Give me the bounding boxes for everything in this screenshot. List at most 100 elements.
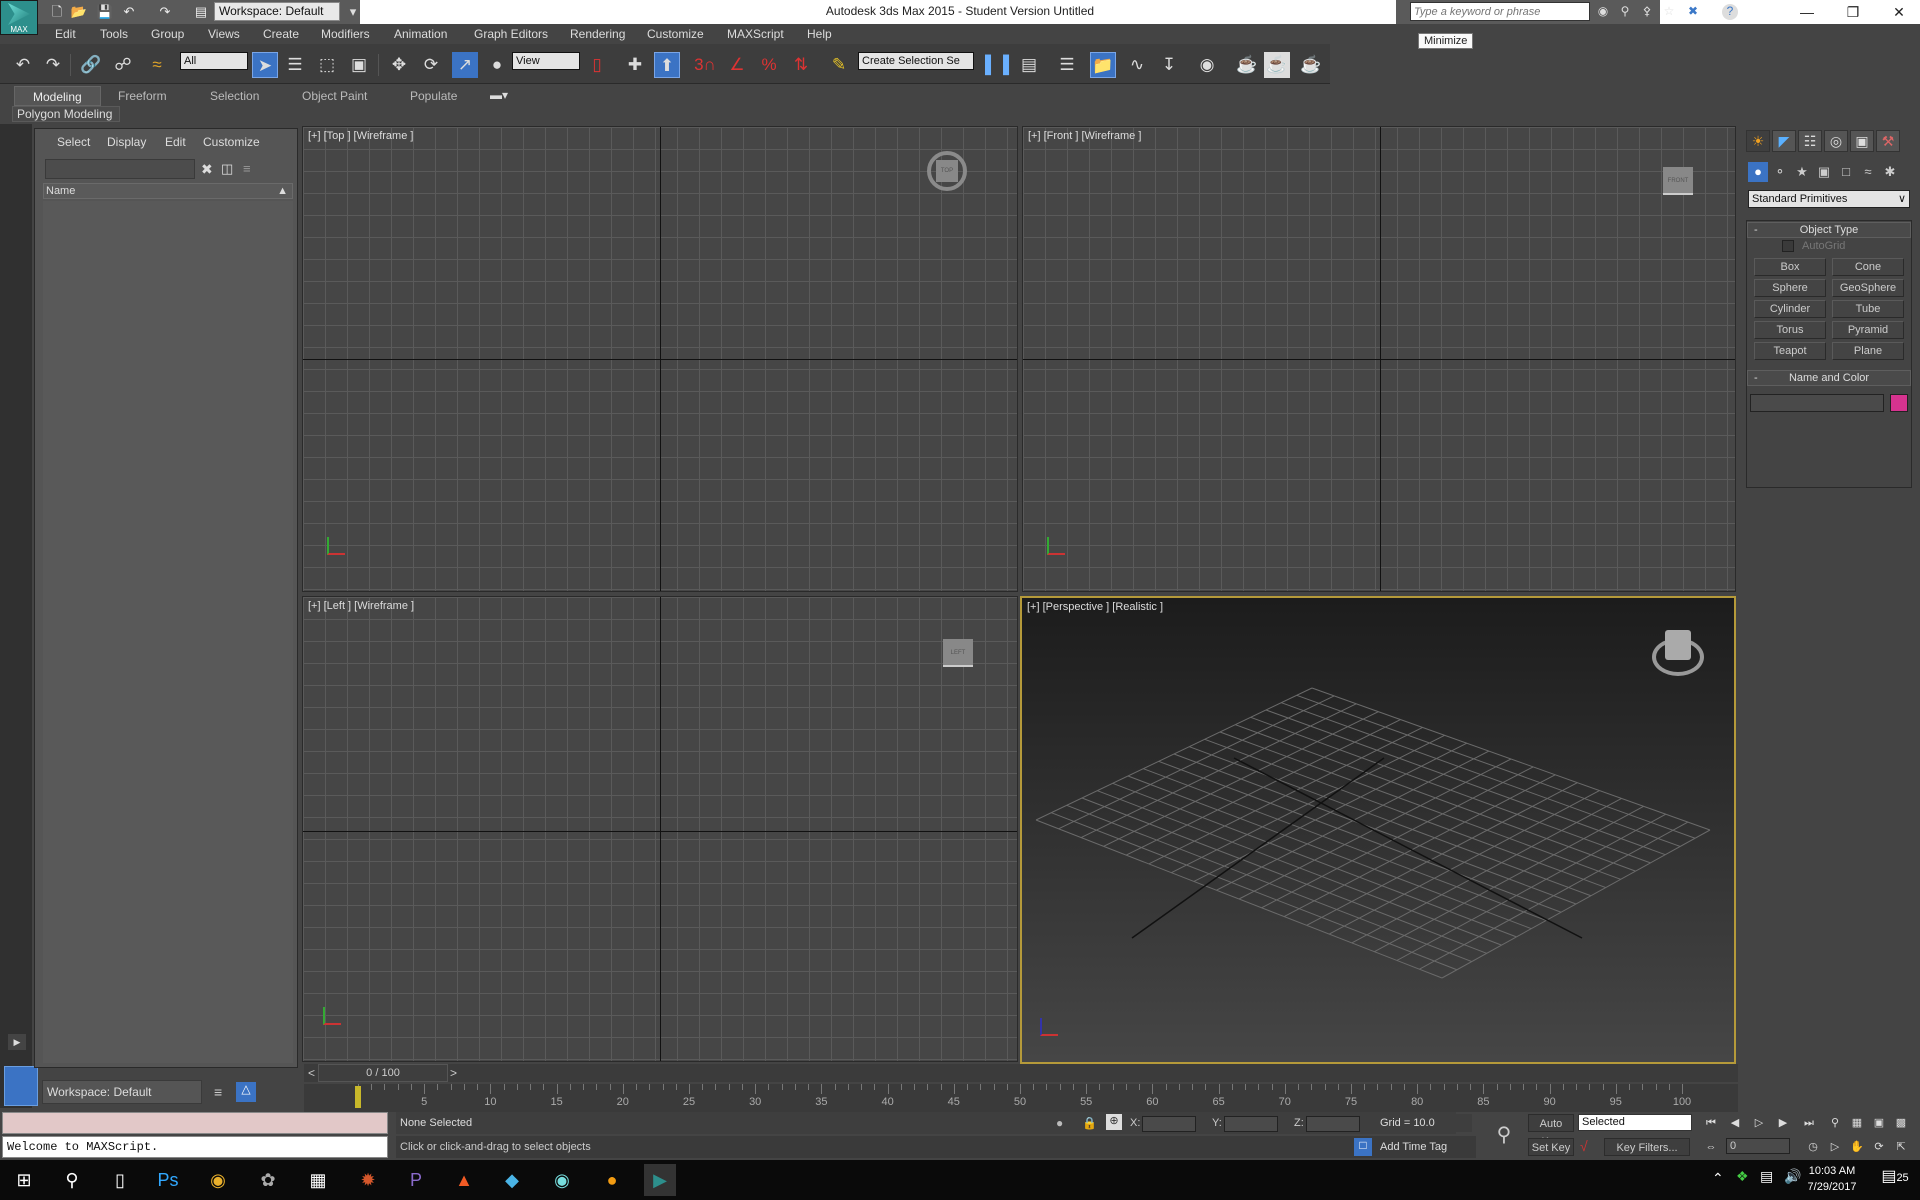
box-button[interactable]: Box	[1754, 258, 1826, 276]
3dsmax-taskbar-icon[interactable]: ▶	[644, 1164, 676, 1196]
viewport-front[interactable]: [+] [Front ] [Wireframe ] FRONT	[1022, 126, 1736, 592]
chrome-icon[interactable]: ◉	[202, 1164, 234, 1196]
orbit-icon[interactable]: ⟳	[1870, 1138, 1888, 1156]
favorites-star-icon[interactable]: ☆	[1660, 4, 1678, 20]
menu-group[interactable]: Group	[151, 24, 184, 44]
select-object-icon[interactable]: ➤	[252, 52, 278, 78]
menu-modifiers[interactable]: Modifiers	[321, 24, 370, 44]
explorer-menu-select[interactable]: Select	[57, 135, 90, 149]
help-icon[interactable]: ?	[1722, 4, 1738, 20]
pan-view-icon[interactable]: ✋	[1848, 1138, 1866, 1156]
show-hidden-icons[interactable]: ⌃	[1712, 1170, 1724, 1187]
menu-maxscript[interactable]: MAXScript	[727, 24, 784, 44]
ribbon-tab-modeling[interactable]: Modeling	[14, 86, 101, 106]
cone-button[interactable]: Cone	[1832, 258, 1904, 276]
zoom-all-icon[interactable]: ▦	[1848, 1114, 1866, 1132]
timeline-ruler[interactable]: 5 10 15 20 25 30 35 40 45 50 55 60 65 70 75 80 85 90 95 100	[304, 1084, 1738, 1112]
menu-create[interactable]: Create	[263, 24, 299, 44]
restore-button[interactable]: ❐	[1830, 0, 1876, 24]
key-mode-toggle-icon[interactable]: ⇔	[1702, 1138, 1720, 1156]
reference-coordinate-dropdown[interactable]: View	[512, 52, 580, 70]
display-tab-icon[interactable]: ▣	[1850, 130, 1874, 152]
object-name-input[interactable]	[1750, 394, 1884, 412]
percent-snap-icon[interactable]: %	[756, 52, 782, 78]
select-and-move-icon[interactable]: ✥	[386, 52, 412, 78]
key-icon[interactable]: ⚲	[1616, 4, 1634, 20]
pivx-icon[interactable]: P	[400, 1164, 432, 1196]
app-icon[interactable]: ◉	[546, 1164, 578, 1196]
edit-named-selection-icon[interactable]: ✎	[826, 52, 852, 78]
search-icon[interactable]: ⚲	[56, 1164, 88, 1196]
next-frame-icon[interactable]: >	[450, 1066, 457, 1080]
tube-button[interactable]: Tube	[1832, 300, 1904, 318]
notifications-icon[interactable]: ▤25	[1880, 1166, 1910, 1186]
brave-icon[interactable]: ▲	[448, 1164, 480, 1196]
go-to-start-icon[interactable]: ⏮	[1702, 1114, 1720, 1132]
current-frame-input[interactable]	[1726, 1138, 1790, 1154]
viewcube-front-icon[interactable]: FRONT	[1663, 167, 1693, 195]
go-to-end-icon[interactable]: ⏭	[1800, 1114, 1818, 1132]
ribbon-options-icon[interactable]: ▬▾	[490, 88, 508, 102]
play-icon[interactable]: ▷	[1750, 1114, 1768, 1132]
default-tangents-icon[interactable]: √	[1580, 1138, 1588, 1154]
sphere-button[interactable]: Sphere	[1754, 279, 1826, 297]
maxscript-output[interactable]: Welcome to MAXScript.	[2, 1136, 388, 1158]
category-dropdown[interactable]: Standard Primitives ∨	[1748, 190, 1910, 208]
time-slider-track[interactable]: < 0 / 100 >	[304, 1064, 1738, 1082]
cylinder-button[interactable]: Cylinder	[1754, 300, 1826, 318]
ribbon-tab-selection[interactable]: Selection	[192, 86, 277, 106]
explorer-menu-edit[interactable]: Edit	[165, 135, 186, 149]
current-frame-marker[interactable]	[355, 1086, 361, 1108]
add-to-selection-icon[interactable]: ◫	[221, 161, 233, 177]
set-key-button[interactable]: Set Key	[1528, 1138, 1574, 1156]
scene-explorer-toggle-icon[interactable]: 📁	[1090, 52, 1116, 78]
key-filters-button[interactable]: Key Filters...	[1604, 1138, 1690, 1156]
ribbon-tab-freeform[interactable]: Freeform	[100, 86, 185, 106]
keyboard-shortcut-override-icon[interactable]: ⬆	[654, 52, 680, 78]
menu-animation[interactable]: Animation	[394, 24, 447, 44]
ribbon-panel-polygon-modeling[interactable]: Polygon Modeling	[12, 106, 120, 122]
shapes-icon[interactable]: ⚬	[1770, 162, 1790, 182]
menu-views[interactable]: Views	[208, 24, 240, 44]
mirror-icon[interactable]: ▌▐	[984, 52, 1010, 78]
systems-icon[interactable]: ✱	[1880, 162, 1900, 182]
redo-icon[interactable]: ↷	[40, 52, 66, 78]
helpers-icon[interactable]: □	[1836, 162, 1856, 182]
ribbon-tab-object-paint[interactable]: Object Paint	[284, 86, 385, 106]
viewcube-perspective-icon[interactable]	[1652, 630, 1704, 676]
tray-app-icon[interactable]: ❖	[1736, 1168, 1749, 1185]
application-button[interactable]: MAX	[0, 0, 38, 35]
rendered-frame-window-icon[interactable]: ☕	[1264, 52, 1290, 78]
motion-tab-icon[interactable]: ◎	[1824, 130, 1848, 152]
snaps-toggle-icon[interactable]: 3∩	[692, 52, 718, 78]
app-icon[interactable]: ✹	[352, 1164, 384, 1196]
viewport-label[interactable]: [+] [Front ] [Wireframe ]	[1028, 130, 1141, 142]
schematic-view-icon[interactable]: ↧	[1156, 52, 1182, 78]
window-crossing-icon[interactable]: ▣	[346, 52, 372, 78]
open-file-icon[interactable]: 📂	[70, 3, 88, 21]
isolate-selection-icon[interactable]: ●	[1056, 1116, 1063, 1130]
select-and-scale-icon[interactable]: ↗	[452, 52, 478, 78]
set-keys-icon[interactable]: ⚲	[1484, 1116, 1524, 1154]
object-color-swatch[interactable]	[1890, 394, 1908, 412]
explorer-menu-customize[interactable]: Customize	[203, 135, 260, 149]
prev-frame-icon[interactable]: <	[308, 1066, 315, 1080]
key-mode-dropdown[interactable]: Selected	[1578, 1114, 1692, 1131]
lights-icon[interactable]: ★	[1792, 162, 1812, 182]
spinner-snap-icon[interactable]: ⇅	[788, 52, 814, 78]
auto-key-button[interactable]: Auto Key	[1528, 1114, 1574, 1148]
named-selection-dropdown[interactable]: Create Selection Se	[858, 52, 974, 70]
volume-icon[interactable]: 🔊	[1784, 1168, 1801, 1185]
torus-button[interactable]: Torus	[1754, 321, 1826, 339]
binoculars-icon[interactable]: ◉	[1594, 4, 1612, 20]
utilities-tab-icon[interactable]: ⚒	[1876, 130, 1900, 152]
name-and-color-header[interactable]: - Name and Color	[1747, 370, 1911, 386]
create-tab-icon[interactable]: ☀	[1746, 130, 1770, 152]
viewport-top[interactable]: [+] [Top ] [Wireframe ] TOP	[302, 126, 1018, 592]
viewport-perspective[interactable]: [+] [Perspective ] [Realistic ]	[1020, 596, 1736, 1064]
render-setup-icon[interactable]: ☕	[1234, 52, 1260, 78]
menu-customize[interactable]: Customize	[647, 24, 704, 44]
geometry-icon[interactable]: ●	[1748, 162, 1768, 182]
explorer-menu-display[interactable]: Display	[107, 135, 146, 149]
close-button[interactable]: ✕	[1876, 0, 1920, 24]
